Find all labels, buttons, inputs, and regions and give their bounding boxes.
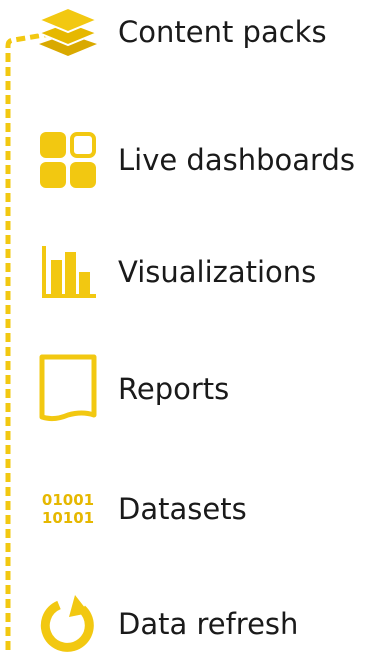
- datasets-label: Datasets: [118, 491, 247, 526]
- reports-label: Reports: [118, 371, 230, 406]
- content-packs-label: Content packs: [118, 14, 327, 49]
- report-page-icon: [32, 354, 104, 422]
- visualizations-label: Visualizations: [118, 254, 317, 289]
- list-item-datasets: 01001 10101 Datasets: [32, 477, 247, 541]
- refresh-icon: [32, 592, 104, 656]
- list-item-visualizations: Visualizations: [32, 240, 316, 304]
- bar-chart-icon: [32, 240, 104, 304]
- list-item-live-dashboards: Live dashboards: [32, 128, 355, 192]
- list-item-data-refresh: Data refresh: [32, 592, 298, 656]
- binary-line-2: 10101: [41, 509, 95, 527]
- binary-data-icon: 01001 10101: [32, 477, 104, 541]
- list-item-content-packs: Content packs: [32, 0, 327, 64]
- data-refresh-label: Data refresh: [118, 606, 299, 641]
- list-item-reports: Reports: [32, 354, 230, 422]
- dashed-connector-line: [5, 31, 51, 650]
- live-dashboards-label: Live dashboards: [118, 142, 355, 177]
- binary-line-1: 01001: [41, 491, 95, 509]
- dashboard-tiles-icon: [32, 128, 104, 192]
- stacked-layers-icon: [32, 0, 104, 64]
